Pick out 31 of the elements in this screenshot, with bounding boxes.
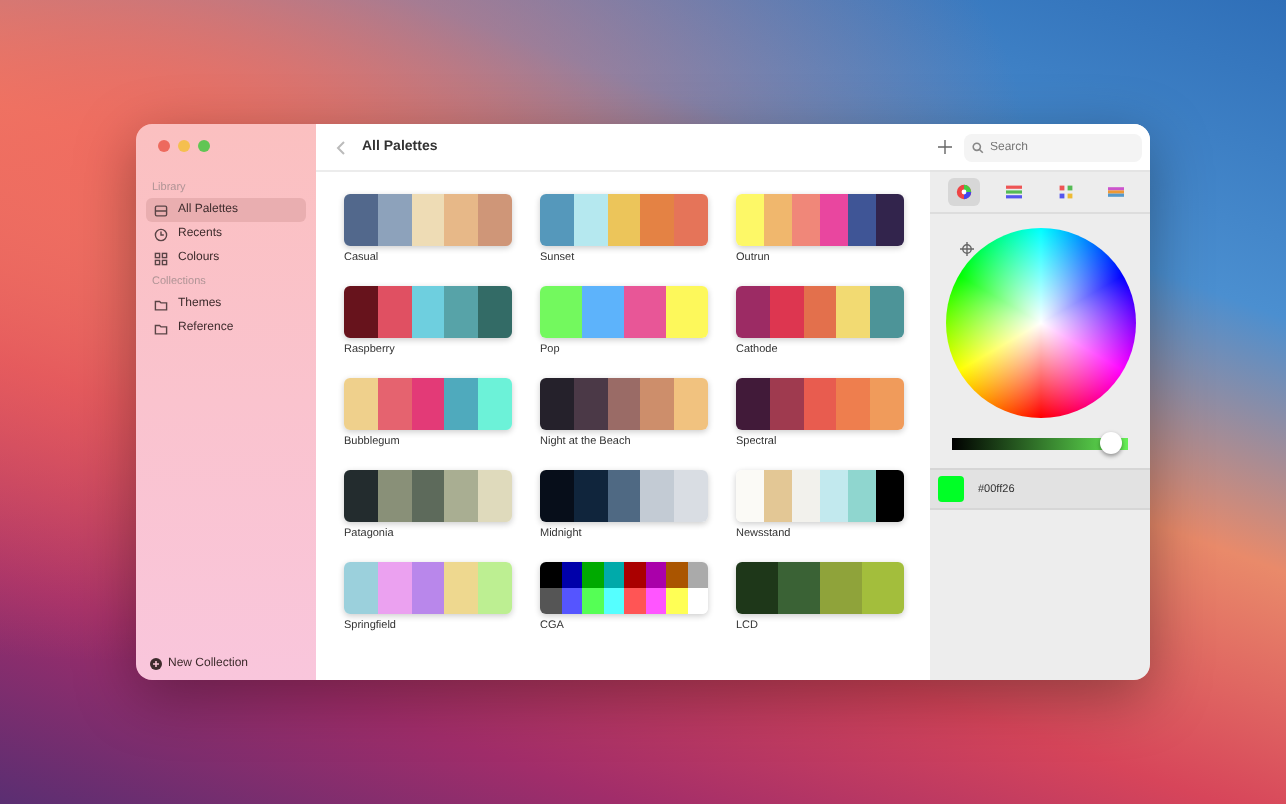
- palette-swatch[interactable]: [540, 378, 708, 430]
- plus-circle-icon: [150, 658, 162, 670]
- color-pencils-icon: [1108, 184, 1125, 200]
- palette-swatch[interactable]: [540, 194, 708, 246]
- color-wheel-icon: [955, 184, 972, 200]
- palette-swatch[interactable]: [540, 470, 708, 522]
- palette-swatch[interactable]: [344, 562, 512, 614]
- palette-swatch[interactable]: [540, 286, 708, 338]
- list-icon: [154, 203, 168, 217]
- palette-swatch[interactable]: [344, 470, 512, 522]
- palette-swatch[interactable]: [736, 378, 904, 430]
- search-icon: [972, 141, 984, 153]
- palette-swatch[interactable]: [736, 562, 904, 614]
- crosshair-icon: [960, 242, 974, 256]
- palette-swatch[interactable]: [736, 286, 904, 338]
- slider-thumb[interactable]: [1099, 432, 1122, 454]
- brightness-slider[interactable]: [952, 432, 1128, 454]
- color-sliders-icon: [1006, 184, 1023, 200]
- add-button[interactable]: [938, 140, 952, 154]
- picker-mode-tab[interactable]: [947, 178, 980, 206]
- palette-swatch[interactable]: [344, 286, 512, 338]
- palette-swatch[interactable]: [540, 562, 708, 614]
- clock-icon: [154, 227, 168, 241]
- palette-swatch[interactable]: [344, 378, 512, 430]
- palette-swatch[interactable]: [736, 194, 904, 246]
- color-palette-icon: [1057, 184, 1074, 200]
- palette-swatch[interactable]: [344, 194, 512, 246]
- grid-icon: [154, 251, 168, 265]
- palette-swatch[interactable]: [736, 470, 904, 522]
- chevron-left-icon: [336, 139, 346, 155]
- plus-icon: [938, 140, 952, 154]
